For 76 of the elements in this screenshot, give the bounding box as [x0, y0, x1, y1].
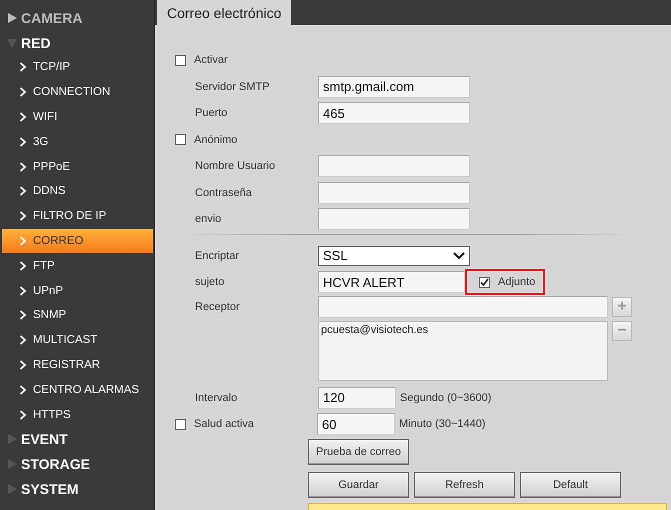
field-label: Servidor SMTP — [194, 80, 271, 93]
password-field[interactable] — [318, 182, 470, 204]
email-address[interactable]: pcuesta@visiotech.es — [321, 324, 605, 336]
sidebar-item[interactable]: REGISTRAR — [0, 352, 153, 378]
collapsed-triangle-icon — [6, 433, 18, 446]
field-label: Nombre Usuario — [194, 160, 276, 172]
sidebar-item[interactable]: SNMP — [0, 302, 153, 328]
sidebar-item[interactable]: HTTPS — [0, 402, 153, 427]
checkbox-label: Anónimo — [194, 134, 238, 146]
chevron-icon — [19, 260, 27, 271]
input-field[interactable]: smtp.gmail.com — [318, 76, 470, 98]
field-label: Contraseña — [194, 186, 253, 199]
collapsed-triangle-icon — [6, 12, 18, 24]
chevron-icon — [19, 236, 27, 246]
sidebar-item[interactable]: 3G — [0, 129, 153, 154]
field-label: sujeto — [194, 276, 226, 288]
expanded-triangle-icon — [6, 36, 18, 48]
sidebar-item[interactable]: TCP/IP — [0, 55, 153, 80]
chevron-icon — [19, 87, 27, 98]
chevron-icon — [19, 136, 27, 147]
chevron-icon — [19, 286, 27, 296]
checkbox[interactable] — [175, 134, 186, 146]
sidebar-item[interactable]: UPnP — [0, 278, 153, 303]
tab[interactable]: Correo electrónico — [157, 0, 292, 25]
sidebar-item[interactable]: CONNECTION — [0, 80, 153, 105]
input-field[interactable]: HCVR ALERT — [318, 271, 465, 294]
chevron-icon — [19, 211, 27, 222]
chevron-icon — [19, 186, 27, 196]
sidebar-section[interactable]: SYSTEM — [0, 476, 154, 502]
input-field[interactable]: 60 — [317, 413, 395, 436]
chevron-icon — [19, 310, 27, 320]
unit-label: Minuto (30~1440) — [399, 418, 486, 430]
sidebar-section[interactable]: CAMERA — [0, 5, 154, 30]
test-email-button[interactable]: Prueba de correo — [308, 438, 409, 464]
sidebar-item[interactable]: FTP — [0, 253, 153, 278]
sidebar-section[interactable]: EVENT — [0, 426, 154, 452]
action-button[interactable]: Guardar — [308, 472, 409, 498]
collapsed-triangle-icon — [6, 483, 18, 496]
input-field[interactable]: 120 — [318, 386, 396, 409]
sidebar-item[interactable]: DDNS — [0, 178, 153, 204]
checkbox-label: Salud activa — [194, 418, 255, 430]
chevron-icon — [19, 162, 27, 172]
checkbox[interactable] — [479, 276, 490, 288]
chevron-icon — [19, 410, 27, 420]
collapsed-triangle-icon — [6, 458, 18, 470]
field-label: Puerto — [194, 107, 228, 120]
sidebar-item[interactable]: CORREO — [2, 228, 153, 254]
input-field[interactable] — [318, 208, 470, 230]
action-button[interactable]: Refresh — [414, 472, 515, 498]
sidebar-section[interactable]: STORAGE — [0, 452, 154, 477]
chevron-icon — [19, 384, 27, 395]
sidebar-item[interactable]: MULTICAST — [0, 328, 153, 353]
checkbox[interactable] — [175, 54, 186, 66]
sidebar-item[interactable]: PPPoE — [0, 154, 153, 179]
unit-label: Segundo (0~3600) — [400, 392, 492, 404]
field-label: envio — [194, 213, 222, 226]
input-field[interactable] — [318, 296, 608, 318]
encryption-dropdown[interactable]: SSL — [318, 246, 470, 266]
input-field[interactable] — [318, 155, 470, 178]
chevron-icon — [19, 335, 27, 346]
chevron-icon — [19, 112, 27, 122]
sidebar-item[interactable]: FILTRO DE IP — [0, 204, 153, 229]
chevron-icon — [19, 360, 27, 370]
chevron-down-icon — [453, 252, 465, 260]
sidebar-section[interactable]: RED — [0, 30, 154, 55]
checkbox[interactable] — [175, 418, 186, 430]
chevron-icon — [19, 62, 27, 72]
sidebar-item[interactable]: CENTRO ALARMAS — [0, 377, 153, 402]
sidebar-item[interactable]: WIFI — [0, 104, 153, 130]
field-label: Intervalo — [194, 392, 238, 404]
checkbox-label: Activar — [194, 54, 228, 66]
action-button[interactable]: Default — [520, 472, 621, 498]
field-label: Receptor — [194, 300, 241, 312]
field-label: Encriptar — [194, 250, 240, 262]
input-field[interactable]: 465 — [318, 102, 470, 124]
checkbox-label: Adjunto — [498, 276, 536, 288]
